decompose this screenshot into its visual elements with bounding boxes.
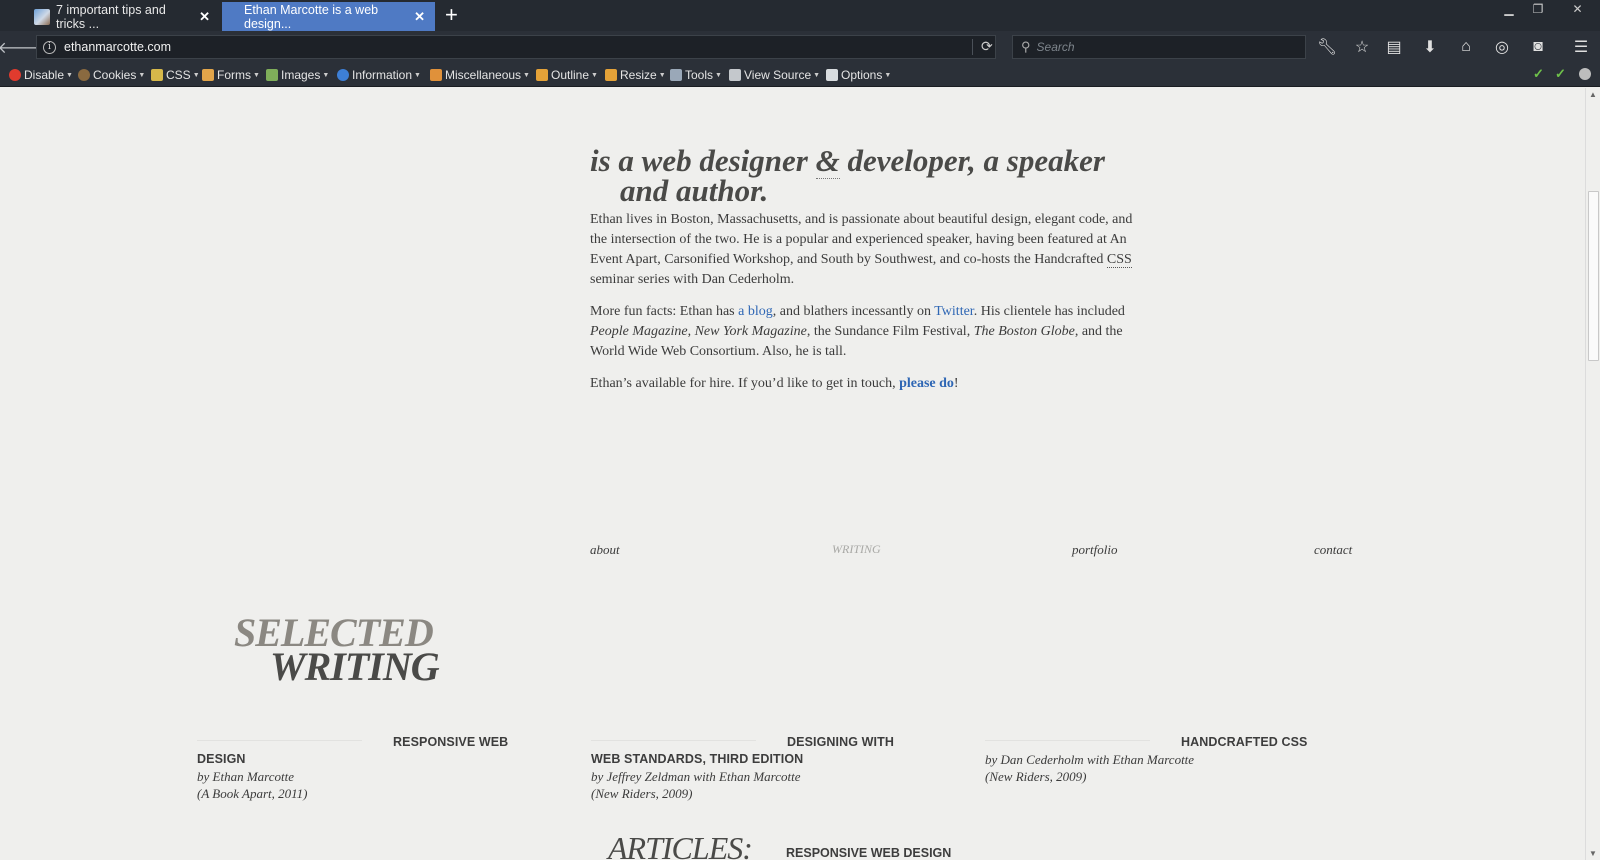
navigation-bar: 🡐 i ethanmarcotte.com ⟳ ⚲ 🔧︎ ☆ ▤ ⬇ ⌂ ◎ ◙… (0, 31, 1600, 63)
url-bar[interactable]: i ethanmarcotte.com ⟳ (36, 35, 996, 59)
information-icon (337, 69, 349, 81)
css-icon (151, 69, 163, 81)
home-icon[interactable]: ⌂ (1455, 37, 1477, 57)
options-icon (826, 69, 838, 81)
tab-title: 7 important tips and tricks ... (56, 2, 166, 31)
hire-paragraph: Ethan’s available for hire. If you’d lik… (590, 376, 959, 391)
menu-cookies[interactable]: Cookies ▼ (78, 67, 145, 83)
menu-css[interactable]: CSS ▼ (151, 67, 200, 83)
hamburger-menu-icon[interactable]: ☰ (1570, 37, 1592, 57)
page-content: is a web designer & developer, a speaker… (0, 88, 1585, 860)
tools-icon (670, 69, 682, 81)
menu-options[interactable]: Options ▼ (826, 67, 891, 83)
pocket-icon[interactable]: ◙ (1527, 37, 1549, 57)
book-handcrafted-css[interactable]: HANDCRAFTED CSS by Dan Cederholm with Et… (985, 734, 1345, 785)
reload-icon[interactable]: ⟳ (981, 38, 993, 55)
star-icon[interactable]: ☆ (1351, 37, 1373, 57)
window-close-icon[interactable]: ✕ (1555, 0, 1600, 18)
wrench-icon[interactable]: 🔧︎ (1316, 37, 1338, 57)
vertical-scrollbar[interactable]: ▲ ▼ (1585, 88, 1600, 860)
resize-icon (605, 69, 617, 81)
book-author: by Ethan Marcotte (197, 769, 294, 784)
headline: is a web designer & developer, a speaker… (590, 143, 1170, 208)
web-developer-toolbar: Disable ▼ Cookies ▼ CSS ▼ Forms ▼ Images ▼ In… (0, 63, 1600, 87)
new-tab-icon[interactable]: + (445, 4, 458, 26)
book-publisher: (New Riders, 2009) (985, 769, 1087, 784)
nav-portfolio[interactable]: portfolio (1072, 542, 1118, 558)
search-icon: ⚲ (1021, 39, 1031, 54)
reading-list-icon[interactable]: ▤ (1383, 37, 1405, 57)
site-info-icon[interactable]: i (43, 40, 56, 54)
tab-tips[interactable]: 7 important tips and tricks ... ✕ (12, 2, 220, 31)
menu-disable[interactable]: Disable ▼ (9, 67, 73, 83)
favicon-icon (34, 8, 50, 25)
restore-icon[interactable]: ❐ (1524, 0, 1552, 18)
bio-paragraph: Ethan lives in Boston, Massachusetts, an… (590, 212, 1133, 287)
status-dot-icon[interactable] (1579, 68, 1591, 80)
selected-writing-heading: SELECTED WRITING (234, 610, 440, 689)
headline-line-2: and author. (620, 173, 769, 208)
menu-tools[interactable]: Tools ▼ (670, 67, 722, 83)
minimize-icon[interactable]: ▁ (1495, 0, 1523, 18)
css-abbreviation: CSS (1106, 252, 1132, 268)
search-input[interactable] (1036, 40, 1287, 54)
back-arrow-icon[interactable]: 🡐 (0, 36, 40, 58)
nav-contact[interactable]: contact (1314, 542, 1352, 558)
nav-writing[interactable]: WRITING (832, 542, 881, 557)
divider (985, 740, 1150, 741)
cookie-icon (78, 69, 90, 81)
divider (591, 740, 756, 741)
menu-information[interactable]: Information ▼ (337, 67, 421, 83)
scroll-down-icon[interactable]: ▼ (1589, 849, 1597, 858)
search-box[interactable]: ⚲ (1012, 35, 1306, 59)
article-title[interactable]: RESPONSIVE WEB DESIGN (786, 846, 951, 860)
images-icon (266, 69, 278, 81)
scrollbar-thumb[interactable] (1588, 191, 1599, 361)
nav-about[interactable]: about (590, 542, 620, 558)
miscellaneous-icon (430, 69, 442, 81)
tab-ethan-marcotte[interactable]: Ethan Marcotte is a web design... ✕ (222, 2, 435, 31)
url-text[interactable]: ethanmarcotte.com (64, 40, 171, 54)
articles-heading: ARTICLES: (608, 830, 753, 860)
fun-facts-paragraph: More fun facts: Ethan has a blog, and bl… (590, 304, 1125, 359)
blog-link[interactable]: a blog (738, 304, 773, 319)
scroll-up-icon[interactable]: ▲ (1589, 90, 1597, 99)
disable-icon (9, 69, 21, 81)
close-tab-icon[interactable]: ✕ (199, 9, 210, 25)
contact-link[interactable]: please do (899, 376, 954, 391)
outline-icon (536, 69, 548, 81)
view-source-icon (729, 69, 741, 81)
url-separator (972, 39, 973, 55)
tab-bar: 7 important tips and tricks ... ✕ Ethan … (0, 0, 1600, 31)
check-icon[interactable]: ✓ (1533, 66, 1544, 82)
book-publisher: (A Book Apart, 2011) (197, 786, 308, 801)
book-title[interactable]: HANDCRAFTED CSS (985, 734, 1345, 751)
menu-outline[interactable]: Outline ▼ (536, 67, 598, 83)
menu-resize[interactable]: Resize ▼ (605, 67, 666, 83)
book-responsive-web-design[interactable]: RESPONSIVE WEB DESIGN by Ethan Marcotte … (197, 734, 557, 802)
download-icon[interactable]: ⬇ (1419, 37, 1441, 57)
menu-images[interactable]: Images ▼ (266, 67, 329, 83)
divider (197, 740, 362, 741)
globe-icon[interactable]: ◎ (1491, 37, 1513, 57)
close-tab-icon[interactable]: ✕ (414, 9, 425, 25)
ampersand: & (815, 143, 840, 179)
book-author: by Jeffrey Zeldman with Ethan Marcotte (591, 769, 801, 784)
check-icon[interactable]: ✓ (1555, 66, 1566, 82)
book-designing-with-web-standards[interactable]: DESIGNING WITH WEB STANDARDS, THIRD EDIT… (591, 734, 921, 802)
forms-icon (202, 69, 214, 81)
book-author: by Dan Cederholm with Ethan Marcotte (985, 752, 1195, 767)
menu-miscellaneous[interactable]: Miscellaneous ▼ (430, 67, 530, 83)
book-publisher: (New Riders, 2009) (591, 786, 693, 801)
menu-forms[interactable]: Forms ▼ (202, 67, 260, 83)
tab-title: Ethan Marcotte is a web design... (244, 2, 379, 31)
twitter-link[interactable]: Twitter (934, 304, 973, 319)
menu-view-source[interactable]: View Source ▼ (729, 67, 820, 83)
